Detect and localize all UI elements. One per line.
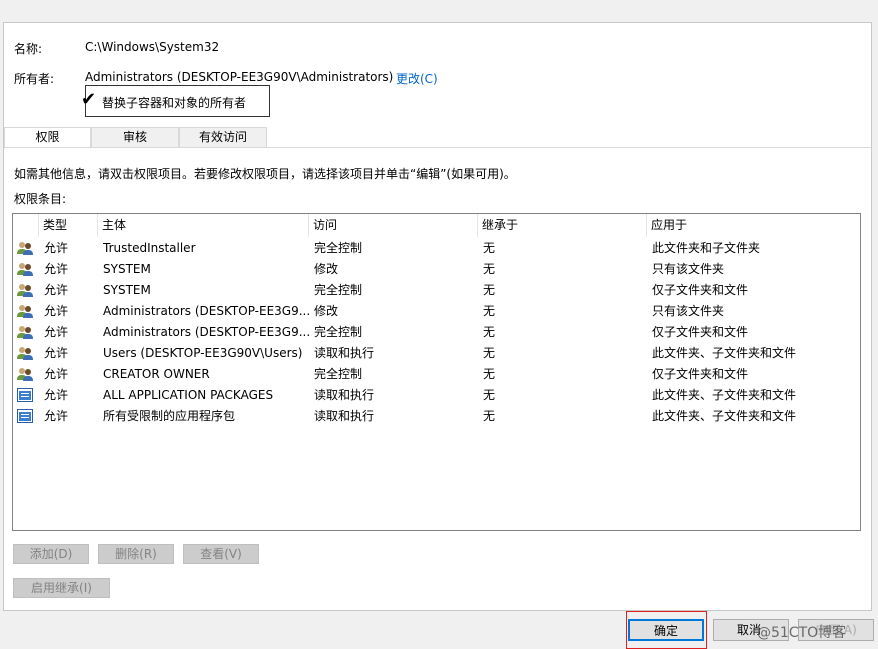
replace-owner-checkbox[interactable]: ✔: [81, 90, 96, 110]
column-header-type[interactable]: 类型: [39, 214, 98, 237]
column-header-access[interactable]: 访问: [309, 214, 478, 237]
cell-applies-to: 只有该文件夹: [652, 304, 725, 318]
cell-inherited-from: 无: [483, 388, 496, 402]
replace-owner-label[interactable]: 替换子容器和对象的所有者: [102, 94, 246, 111]
cell-applies-to: 只有该文件夹: [652, 262, 725, 276]
cell-applies-to: 仅子文件夹和文件: [652, 367, 749, 381]
table-row[interactable]: 允许 Users (DESKTOP-EE3G90V\Users) 读取和执行 无…: [13, 343, 860, 364]
table-row[interactable]: 允许 所有受限制的应用程序包 读取和执行 无 此文件夹、子文件夹和文件: [13, 406, 860, 427]
users-icon: [17, 262, 33, 276]
cell-principal: Administrators (DESKTOP-EE3G9...: [103, 325, 311, 339]
cell-inherited-from: 无: [483, 283, 496, 297]
column-header-icon: [13, 214, 39, 237]
cell-access: 完全控制: [314, 325, 363, 339]
column-header-inherited-from[interactable]: 继承于: [478, 214, 647, 237]
cell-access: 完全控制: [314, 241, 363, 255]
column-header-applies-to[interactable]: 应用于: [647, 214, 860, 237]
cell-type: 允许: [44, 346, 69, 360]
table-row[interactable]: 允许 SYSTEM 完全控制 无 仅子文件夹和文件: [13, 280, 860, 301]
cell-type: 允许: [44, 304, 69, 318]
users-icon: [17, 367, 33, 381]
name-label: 名称:: [14, 42, 43, 56]
change-owner-link[interactable]: 更改(C): [396, 70, 438, 87]
add-button[interactable]: 添加(D): [13, 544, 89, 564]
tab-auditing[interactable]: 审核: [91, 127, 179, 148]
cell-applies-to: 仅子文件夹和文件: [652, 283, 749, 297]
cell-principal: TrustedInstaller: [103, 241, 196, 255]
cell-inherited-from: 无: [483, 409, 496, 423]
table-row[interactable]: 允许 TrustedInstaller 完全控制 无 此文件夹和子文件夹: [13, 238, 860, 259]
owner-value: Administrators (DESKTOP-EE3G90V\Administ…: [85, 70, 394, 84]
cell-access: 读取和执行: [314, 346, 375, 360]
table-row[interactable]: 允许 CREATOR OWNER 完全控制 无 仅子文件夹和文件: [13, 364, 860, 385]
view-button[interactable]: 查看(V): [183, 544, 259, 564]
permission-entries-list[interactable]: 类型 主体 访问 继承于 应用于 允许 TrustedInstaller 完全控…: [12, 213, 861, 531]
cell-access: 读取和执行: [314, 409, 375, 423]
info-text: 如需其他信息，请双击权限项目。若要修改权限项目，请选择该项目并单击“编辑”(如果…: [14, 167, 516, 181]
cell-applies-to: 仅子文件夹和文件: [652, 325, 749, 339]
cell-type: 允许: [44, 325, 69, 339]
cell-inherited-from: 无: [483, 367, 496, 381]
cell-type: 允许: [44, 388, 69, 402]
cell-access: 完全控制: [314, 367, 363, 381]
column-header-principal[interactable]: 主体: [98, 214, 309, 237]
cell-type: 允许: [44, 283, 69, 297]
cell-inherited-from: 无: [483, 325, 496, 339]
cell-principal: Users (DESKTOP-EE3G90V\Users): [103, 346, 303, 360]
cell-access: 修改: [314, 262, 339, 276]
remove-button[interactable]: 删除(R): [98, 544, 174, 564]
users-icon: [17, 283, 33, 297]
cell-principal: SYSTEM: [103, 283, 151, 297]
tab-label: 审核: [122, 130, 147, 144]
cell-access: 修改: [314, 304, 339, 318]
table-row[interactable]: 允许 ALL APPLICATION PACKAGES 读取和执行 无 此文件夹…: [13, 385, 860, 406]
users-icon: [17, 304, 33, 318]
cell-inherited-from: 无: [483, 346, 496, 360]
tab-effective-access[interactable]: 有效访问: [179, 127, 267, 148]
ok-button[interactable]: 确定: [628, 619, 704, 641]
cell-principal: SYSTEM: [103, 262, 151, 276]
tab-permissions[interactable]: 权限: [4, 127, 91, 149]
cell-inherited-from: 无: [483, 262, 496, 276]
tab-label: 有效访问: [198, 130, 247, 144]
app-package-icon: [17, 388, 33, 402]
cell-type: 允许: [44, 241, 69, 255]
users-icon: [17, 241, 33, 255]
entries-label: 权限条目:: [14, 192, 67, 206]
name-value: C:\Windows\System32: [85, 40, 220, 54]
cell-type: 允许: [44, 367, 69, 381]
cell-inherited-from: 无: [483, 304, 496, 318]
watermark: @51CTO博客: [757, 625, 847, 641]
enable-inheritance-button[interactable]: 启用继承(I): [13, 578, 110, 598]
cell-access: 读取和执行: [314, 388, 375, 402]
cell-applies-to: 此文件夹、子文件夹和文件: [652, 388, 797, 402]
cell-applies-to: 此文件夹、子文件夹和文件: [652, 346, 797, 360]
cell-principal: 所有受限制的应用程序包: [103, 409, 236, 423]
cell-applies-to: 此文件夹、子文件夹和文件: [652, 409, 797, 423]
tab-label: 权限: [35, 130, 60, 144]
app-package-icon: [17, 409, 33, 423]
cell-principal: ALL APPLICATION PACKAGES: [103, 388, 274, 402]
cell-principal: Administrators (DESKTOP-EE3G9...: [103, 304, 311, 318]
cell-inherited-from: 无: [483, 241, 496, 255]
users-icon: [17, 346, 33, 360]
table-row[interactable]: 允许 Administrators (DESKTOP-EE3G9... 完全控制…: [13, 322, 860, 343]
cell-principal: CREATOR OWNER: [103, 367, 210, 381]
cell-access: 完全控制: [314, 283, 363, 297]
cell-type: 允许: [44, 262, 69, 276]
cell-type: 允许: [44, 409, 69, 423]
tab-divider: [4, 147, 871, 148]
owner-label: 所有者:: [14, 72, 55, 86]
cell-applies-to: 此文件夹和子文件夹: [652, 241, 761, 255]
table-row[interactable]: 允许 Administrators (DESKTOP-EE3G9... 修改 无…: [13, 301, 860, 322]
users-icon: [17, 325, 33, 339]
table-row[interactable]: 允许 SYSTEM 修改 无 只有该文件夹: [13, 259, 860, 280]
